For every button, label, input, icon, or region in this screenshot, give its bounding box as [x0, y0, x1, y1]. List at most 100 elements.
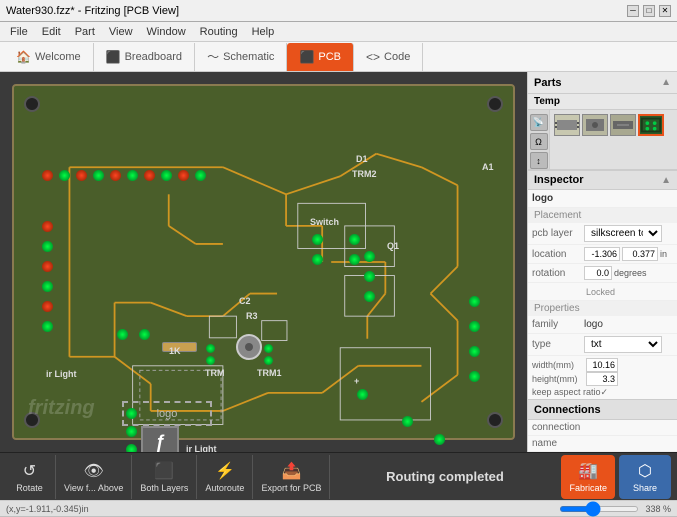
- family-value: logo: [584, 319, 673, 330]
- view-from-above-button[interactable]: 👁 View f... Above: [56, 455, 132, 499]
- schematic-icon: 〜: [207, 48, 219, 65]
- width-input[interactable]: [586, 358, 618, 372]
- pad: [364, 251, 375, 262]
- type-select[interactable]: txt svg: [584, 336, 662, 353]
- part-chip-3[interactable]: [610, 114, 636, 136]
- export-pcb-button[interactable]: 📤 Export for PCB: [253, 455, 330, 499]
- fabricate-label: Fabricate: [569, 483, 607, 493]
- rotate-label: Rotate: [16, 483, 43, 493]
- fabricate-icon: 🏭: [578, 461, 598, 481]
- parts-components-area: [550, 110, 677, 169]
- tab-welcome[interactable]: 🏠 Welcome: [4, 43, 94, 71]
- menu-edit[interactable]: Edit: [36, 25, 67, 39]
- part-chip-1[interactable]: [554, 114, 580, 136]
- parts-toolbar: 📡 Ω ↕: [528, 110, 677, 170]
- menu-help[interactable]: Help: [246, 25, 281, 39]
- label-trm: TRM: [205, 368, 225, 378]
- both-layers-button[interactable]: ⬛ Both Layers: [132, 455, 197, 499]
- window-controls: ─ □ ✕: [627, 5, 671, 17]
- pcb-board[interactable]: logo ƒ D1 TRM2 A1 Switch Q1 C2 R3 1K TRM…: [12, 84, 515, 440]
- pad: [469, 371, 480, 382]
- logo-text-label: logo: [157, 408, 178, 420]
- pad: [42, 261, 53, 272]
- pad: [93, 170, 104, 181]
- zoom-slider[interactable]: [559, 506, 639, 512]
- rotation-label: rotation: [532, 268, 584, 279]
- location-y-input[interactable]: [622, 247, 658, 261]
- share-icon: ⬡: [638, 461, 652, 481]
- tab-code-label: Code: [384, 51, 410, 63]
- location-x-input[interactable]: [584, 247, 620, 261]
- breadboard-icon: ⬛: [106, 50, 121, 64]
- close-button[interactable]: ✕: [659, 5, 671, 17]
- welcome-icon: 🏠: [16, 50, 31, 64]
- rotation-row: rotation degrees: [528, 264, 677, 283]
- bottom-toolbar: ↺ Rotate 👁 View f... Above ⬛ Both Layers…: [0, 452, 677, 500]
- fabricate-button[interactable]: 🏭 Fabricate: [561, 455, 615, 499]
- pcb-layer-label: pcb layer: [532, 228, 584, 239]
- pad: [469, 346, 480, 357]
- height-input[interactable]: [586, 372, 618, 386]
- pad: [42, 321, 53, 332]
- pad: [178, 170, 189, 181]
- menu-part[interactable]: Part: [69, 25, 101, 39]
- logo-text-box: logo: [122, 401, 212, 426]
- tab-code[interactable]: <> Code: [354, 43, 423, 71]
- tab-schematic[interactable]: 〜 Schematic: [195, 43, 287, 71]
- label-1k: 1K: [169, 346, 181, 356]
- fritzing-watermark: fritzing: [28, 397, 95, 420]
- pcb-layer-select[interactable]: silkscreen top copper top copper bottom: [584, 225, 662, 242]
- pad: [434, 434, 445, 445]
- autoroute-button[interactable]: ⚡ Autoroute: [197, 455, 253, 499]
- tab-pcb[interactable]: ⬛ PCB: [287, 43, 354, 71]
- parts-collapse-icon[interactable]: ▲: [661, 77, 671, 88]
- pad: [264, 356, 273, 365]
- height-label: height(mm): [532, 374, 584, 384]
- parts-header: Parts ▲: [528, 72, 677, 94]
- label-switch: Switch: [310, 217, 339, 227]
- menubar: File Edit Part View Window Routing Help: [0, 22, 677, 42]
- pad: [364, 291, 375, 302]
- omega-icon[interactable]: Ω: [530, 133, 548, 150]
- part-chip-4[interactable]: [638, 114, 664, 136]
- inspector-component-name-row: logo: [528, 190, 677, 208]
- pcb-canvas[interactable]: logo ƒ D1 TRM2 A1 Switch Q1 C2 R3 1K TRM…: [0, 72, 527, 452]
- maximize-button[interactable]: □: [643, 5, 655, 17]
- toolbar: 🏠 Welcome ⬛ Breadboard 〜 Schematic ⬛ PCB…: [0, 42, 677, 72]
- share-button[interactable]: ⬡ Share: [619, 455, 671, 499]
- part-chip-2[interactable]: [582, 114, 608, 136]
- minimize-button[interactable]: ─: [627, 5, 639, 17]
- inspector-expand-icon[interactable]: ▲: [661, 175, 671, 186]
- f-logo-char: ƒ: [155, 432, 165, 453]
- rotation-input[interactable]: [584, 266, 612, 280]
- routing-status: Routing completed: [330, 469, 559, 484]
- wifi-icon[interactable]: 📡: [530, 114, 548, 131]
- rotation-unit: degrees: [614, 268, 647, 278]
- width-height-fields: width(mm): [532, 358, 673, 372]
- view-label: View f... Above: [64, 483, 123, 493]
- inspector-title: Inspector: [534, 174, 584, 186]
- location-inputs: in: [584, 247, 673, 261]
- menu-routing[interactable]: Routing: [194, 25, 244, 39]
- pad: [139, 329, 150, 340]
- rotation-inputs: degrees: [584, 266, 673, 280]
- pcb-layer-row: pcb layer silkscreen top copper top copp…: [528, 223, 677, 245]
- pad: [42, 170, 53, 181]
- label-d1: D1: [356, 154, 368, 164]
- pad: [126, 444, 137, 452]
- tab-breadboard[interactable]: ⬛ Breadboard: [94, 43, 195, 71]
- connection-row-1: connection: [528, 420, 677, 436]
- pad: [206, 356, 215, 365]
- menu-file[interactable]: File: [4, 25, 34, 39]
- pad: [357, 389, 368, 400]
- rotate-button[interactable]: ↺ Rotate: [4, 455, 56, 499]
- trimpot-component: [236, 334, 262, 360]
- label-c2: C2: [239, 296, 251, 306]
- pad: [127, 170, 138, 181]
- pad: [42, 301, 53, 312]
- menu-window[interactable]: Window: [141, 25, 192, 39]
- arrow-icon[interactable]: ↕: [530, 152, 548, 169]
- width-label: width(mm): [532, 360, 584, 370]
- pad: [312, 234, 323, 245]
- menu-view[interactable]: View: [103, 25, 139, 39]
